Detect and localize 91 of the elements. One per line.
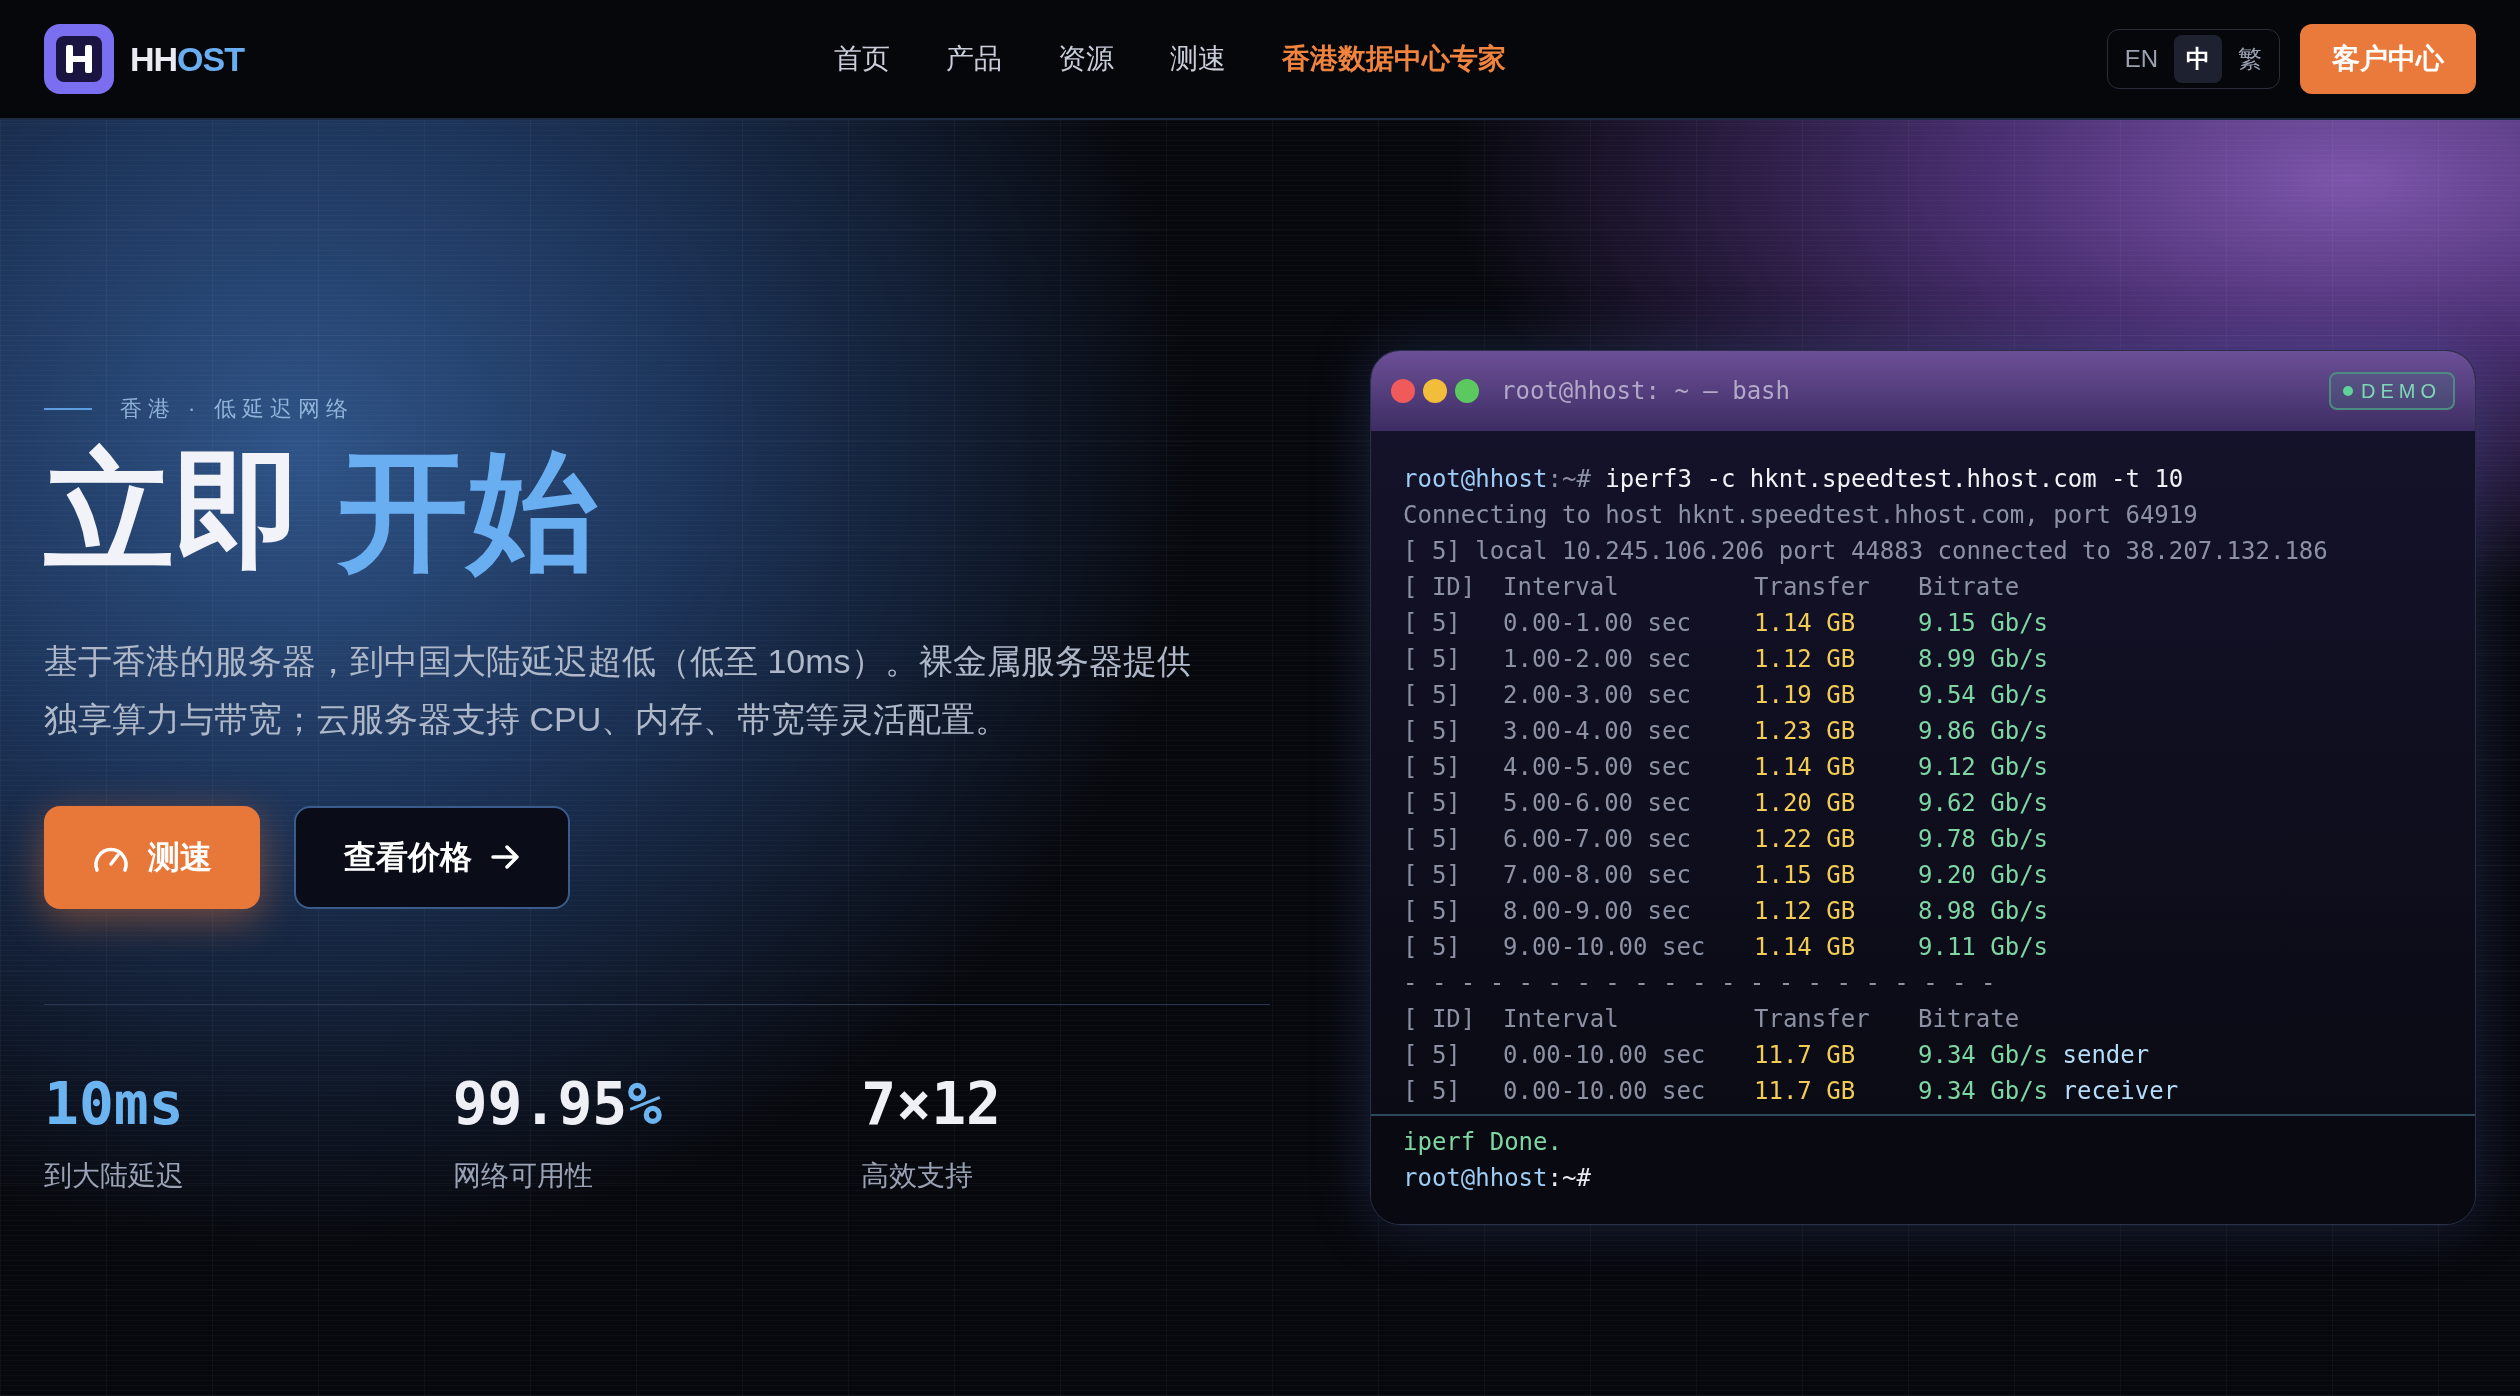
terminal-cell-text: 4.00-5.00 sec <box>1503 752 1692 783</box>
stat-value: 10ms <box>44 1074 184 1133</box>
stat-value: 99.95% <box>452 1074 663 1133</box>
nav-link[interactable]: 测速 <box>1170 38 1226 80</box>
terminal-cell-text: 0.00-1.00 sec <box>1503 608 1692 639</box>
terminal-cell-text: 0.00-10.00 sec <box>1503 1076 1707 1107</box>
terminal-line: root@hhost:~# iperf3 -c hknt.speedtest.hhost.com -t 10 <box>1403 464 2185 495</box>
terminal-cell-text: [ 5] <box>1403 644 1462 675</box>
terminal-cell-text: 9.15 Gb/s <box>1918 608 2049 639</box>
stat-label: 到大陆延迟 <box>44 1158 184 1193</box>
terminal-cell-text: 1.12 GB <box>1754 896 1857 927</box>
terminal-line: root@hhost:~# <box>1403 1163 1592 1194</box>
minimize-dot[interactable] <box>1423 379 1447 403</box>
terminal-cell-text: 0.00-10.00 sec <box>1503 1040 1707 1071</box>
terminal-cell-text: 1.20 GB <box>1754 788 1857 819</box>
terminal-cell-text: 9.54 Gb/s <box>1918 680 2049 711</box>
terminal-cell-text: [ 5] <box>1403 608 1462 639</box>
terminal-cell-text: 9.12 Gb/s <box>1918 752 2049 783</box>
terminal-cell-text: 1.19 GB <box>1754 680 1857 711</box>
logo-icon <box>44 24 114 94</box>
terminal-cell-text: 7.00-8.00 sec <box>1503 860 1692 891</box>
nav-link[interactable]: 资源 <box>1058 38 1114 80</box>
terminal-line: iperf Done. <box>1403 1127 1563 1158</box>
terminal-cell-text: 1.22 GB <box>1754 824 1857 855</box>
pricing-button[interactable]: 查看价格 <box>294 805 570 909</box>
terminal-cell-text: receiver <box>2061 1076 2179 1107</box>
terminal-line: - - - - - - - - - - - - - - - - - - - - - <box>1403 968 1997 999</box>
terminal-cell-text: 8.99 Gb/s <box>1918 644 2049 675</box>
terminal-cell-text: Bitrate <box>1918 1004 2020 1035</box>
terminal-title: root@hhost: ~ — bash <box>1501 376 1790 407</box>
language-option[interactable]: 繁 <box>2226 35 2274 83</box>
terminal-cell-text: 8.00-9.00 sec <box>1503 896 1692 927</box>
terminal-cell-text: Bitrate <box>1918 572 2020 603</box>
terminal-cell-text: 1.00-2.00 sec <box>1503 644 1692 675</box>
hero-description: 基于香港的服务器，到中国大陆延迟超低（低至 10ms）。裸金属服务器提供独享算力与带宽；云服务器支持 CPU、内存、带宽等灵活配置。 <box>44 640 1192 740</box>
terminal-cell-text: Interval <box>1503 572 1620 603</box>
terminal-line: Connecting to host hknt.speedtest.hhost.com, port 64919 <box>1403 500 2199 531</box>
close-dot[interactable] <box>1391 379 1415 403</box>
terminal-cell-text: [ 5] <box>1403 896 1462 927</box>
terminal-cell-text: 9.62 Gb/s <box>1918 788 2049 819</box>
brand-name: HHOST <box>130 38 244 80</box>
terminal-cell-text: [ 5] <box>1403 860 1462 891</box>
terminal-cell-text: 1.14 GB <box>1754 608 1857 639</box>
hero-title: 开始 <box>338 443 598 580</box>
terminal-cell-text: Transfer <box>1754 572 1871 603</box>
terminal-cell-text: 3.00-4.00 sec <box>1503 716 1692 747</box>
terminal-cell-text: Transfer <box>1754 1004 1871 1035</box>
nav-link[interactable]: 产品 <box>946 38 1002 80</box>
terminal-line: [ 5] local 10.245.106.206 port 44883 connected to 38.207.132.186 <box>1403 536 2329 567</box>
terminal-cell-text: 9.78 Gb/s <box>1918 824 2049 855</box>
terminal-cell-text: 1.14 GB <box>1754 932 1857 963</box>
terminal-cell-text: [ ID] <box>1403 572 1477 603</box>
terminal-cell-text: 1.23 GB <box>1754 716 1857 747</box>
terminal-cell-text: 6.00-7.00 sec <box>1503 824 1692 855</box>
terminal-cell-text: [ 5] <box>1403 1076 1462 1107</box>
maximize-dot[interactable] <box>1455 379 1479 403</box>
terminal-cell-text: [ 5] <box>1403 716 1462 747</box>
nav-link[interactable]: 香港数据中心专家 <box>1282 38 1506 80</box>
terminal-cell-text: Interval <box>1503 1004 1620 1035</box>
hero-title: 立即 <box>44 443 304 580</box>
terminal-cell-text: 8.98 Gb/s <box>1918 896 2049 927</box>
terminal-cell-text: 9.00-10.00 sec <box>1503 932 1707 963</box>
terminal-cell-text: 1.14 GB <box>1754 752 1857 783</box>
terminal-cell-text: 9.11 Gb/s <box>1918 932 2049 963</box>
terminal-cell-text: [ 5] <box>1403 752 1462 783</box>
terminal-cell-text: 2.00-3.00 sec <box>1503 680 1692 711</box>
terminal-cell-text: 9.34 Gb/s <box>1918 1076 2049 1107</box>
nav-link[interactable]: 首页 <box>834 38 890 80</box>
terminal-cell-text: 1.15 GB <box>1754 860 1857 891</box>
terminal-cell-text: [ 5] <box>1403 824 1462 855</box>
terminal-cell-text: 9.34 Gb/s <box>1918 1040 2049 1071</box>
terminal-cell-text: [ 5] <box>1403 1040 1462 1071</box>
terminal-cell-text: [ 5] <box>1403 788 1462 819</box>
terminal-cell-text: [ 5] <box>1403 932 1462 963</box>
terminal-cell-text: 1.12 GB <box>1754 644 1857 675</box>
language-option[interactable]: EN <box>2112 35 2170 83</box>
terminal-cell-text: 9.20 Gb/s <box>1918 860 2049 891</box>
stat-value: 7×12 <box>861 1074 1002 1133</box>
language-option[interactable]: 中 <box>2174 35 2222 83</box>
terminal-cell-text: 5.00-6.00 sec <box>1503 788 1692 819</box>
arrow-right-icon <box>490 842 520 872</box>
terminal-cell-text: sender <box>2061 1040 2150 1071</box>
terminal-cell-text: 11.7 GB <box>1754 1040 1857 1071</box>
terminal-cell-text: 9.86 Gb/s <box>1918 716 2049 747</box>
terminal-cell-text: [ 5] <box>1403 680 1462 711</box>
demo-badge: DEMO <box>2329 372 2455 410</box>
terminal-cell-text: [ ID] <box>1403 1004 1477 1035</box>
stat-label: 网络可用性 <box>452 1158 593 1193</box>
terminal-cell-text: 11.7 GB <box>1754 1076 1857 1107</box>
hero-tagline: 香港 · 低延迟网络 <box>120 395 354 423</box>
stat-label: 高效支持 <box>861 1158 974 1193</box>
